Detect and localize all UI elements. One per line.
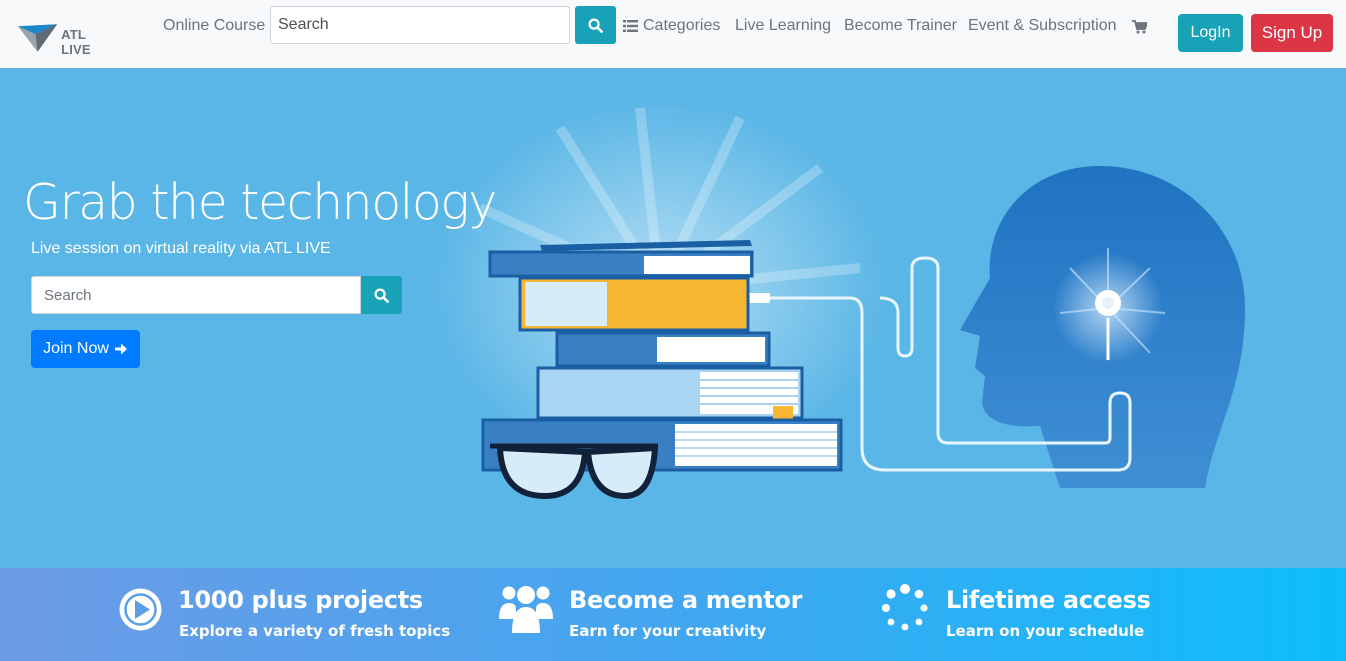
shopping-cart-icon[interactable] — [1132, 20, 1147, 34]
nav-search-input[interactable] — [270, 6, 570, 44]
hero-search-button[interactable] — [361, 276, 402, 314]
nav-online-course[interactable]: Online Course — [163, 17, 265, 35]
feature-title: 1000 plus projects — [178, 586, 423, 614]
feature-projects: 1000 plus projects Explore a variety of … — [118, 568, 458, 661]
feature-mentor: Become a mentor Earn for your creativity — [498, 568, 802, 661]
nav-live-learning[interactable]: Live Learning — [735, 17, 831, 35]
play-circle-icon — [119, 588, 162, 631]
feature-lifetime: Lifetime access Learn on your schedule — [880, 568, 1180, 661]
nav-become-trainer[interactable]: Become Trainer — [844, 17, 957, 35]
nav-categories[interactable]: Categories — [623, 17, 720, 35]
search-icon — [588, 17, 603, 33]
hero-illustration — [430, 98, 1245, 500]
features-bar: 1000 plus projects Explore a variety of … — [0, 568, 1346, 661]
feature-subtitle: Earn for your creativity — [569, 622, 767, 640]
arrow-right-icon — [114, 343, 127, 355]
brand-logo[interactable]: ATL LIVE — [18, 22, 118, 57]
hero-search-input[interactable] — [31, 276, 361, 314]
spinner-icon — [882, 584, 928, 631]
join-now-label: Join Now — [43, 340, 109, 357]
search-icon — [374, 287, 389, 303]
hero-title: Grab the technology — [23, 174, 497, 231]
nav-search-button[interactable] — [575, 6, 616, 44]
feature-title: Become a mentor — [569, 586, 803, 614]
paper-plane-logo-icon — [18, 24, 58, 52]
nav-event-subscription[interactable]: Event & Subscription — [968, 17, 1117, 35]
top-navbar: ATL LIVE Online Course Categories Live L… — [0, 0, 1346, 68]
feature-title: Lifetime access — [946, 586, 1151, 614]
signup-button[interactable]: Sign Up — [1251, 14, 1333, 52]
login-button[interactable]: LogIn — [1178, 14, 1243, 52]
hero-banner: Grab the technology Live session on virt… — [0, 68, 1346, 568]
brand-name: ATL LIVE — [61, 27, 91, 57]
join-now-button[interactable]: Join Now — [31, 330, 140, 368]
users-icon — [499, 586, 553, 633]
hero-subtitle: Live session on virtual reality via ATL … — [31, 240, 331, 257]
nav-categories-label: Categories — [643, 17, 721, 34]
list-icon — [623, 20, 638, 32]
feature-subtitle: Learn on your schedule — [946, 622, 1145, 640]
feature-subtitle: Explore a variety of fresh topics — [179, 622, 451, 640]
